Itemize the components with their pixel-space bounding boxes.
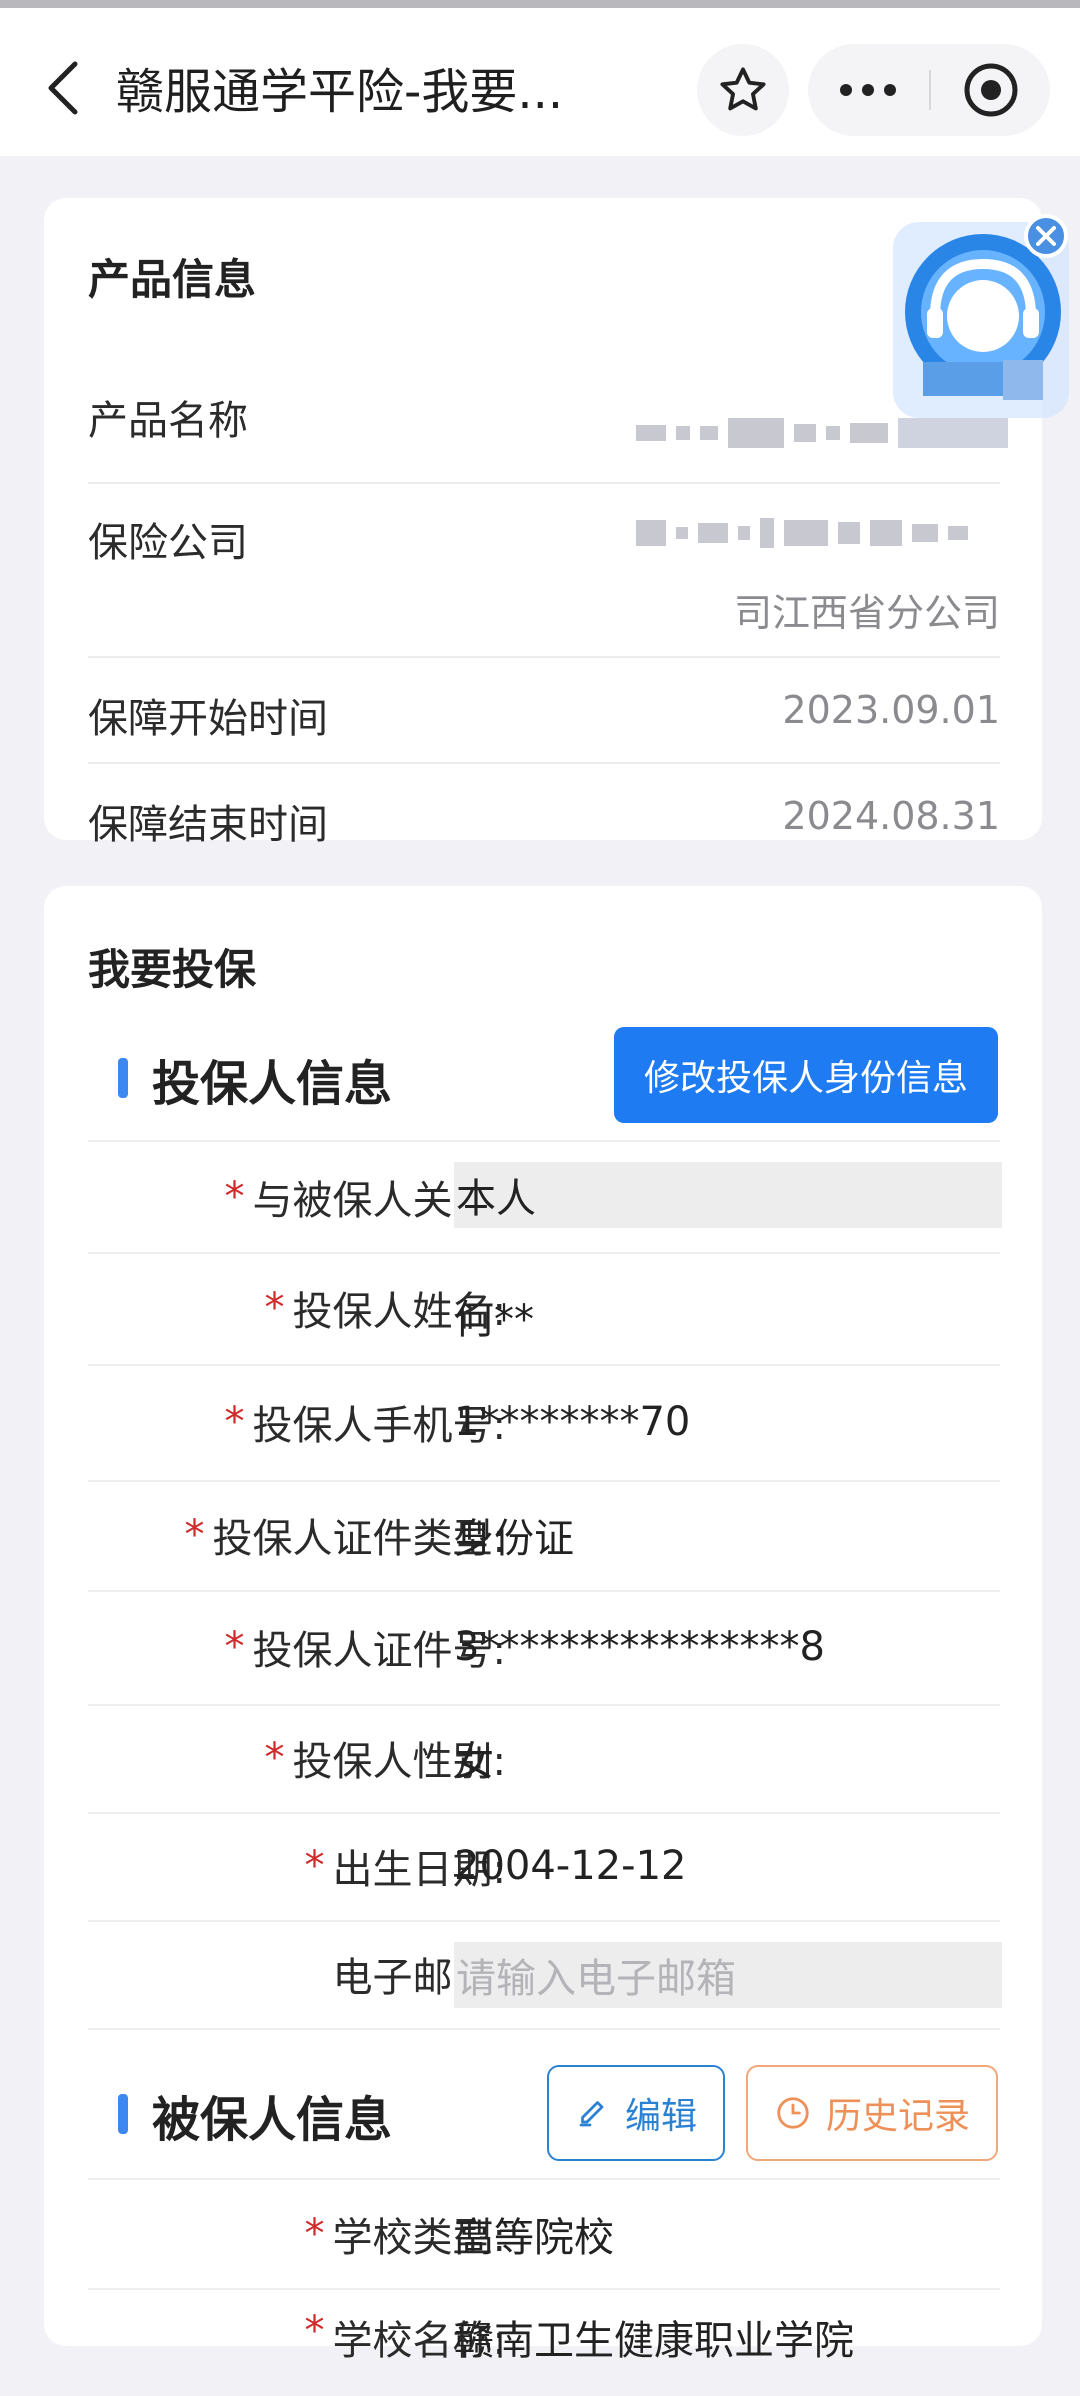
required-mark: * [224, 1624, 245, 1670]
required-mark: * [304, 2211, 325, 2257]
star-icon [720, 67, 766, 111]
insurer-label: 保险公司 [88, 520, 248, 566]
page-title: 赣服通学平险-我要... [116, 64, 564, 120]
coverage-end-label: 保障结束时间 [88, 802, 328, 848]
headset-agent-icon [893, 214, 1069, 418]
back-button[interactable] [32, 48, 92, 128]
birthdate-value: 2004-12-12 [454, 1843, 687, 1889]
email-row: 电子邮箱: 请输入电子邮箱 [88, 1920, 1002, 2030]
insurer-redacted [636, 518, 968, 548]
id-number-row: * 投保人证件号: 3****************8 [88, 1590, 1000, 1706]
gender-row: * 投保人性别: 女 [88, 1704, 1000, 1814]
applicant-header-bar [118, 1058, 128, 1098]
required-mark: * [304, 2308, 325, 2354]
insurer-value: 司江西省分公司 [733, 591, 1000, 635]
coverage-end-row: 保障结束时间 2024.08.31 [88, 762, 1000, 848]
product-name-label: 产品名称 [88, 398, 248, 444]
relation-field[interactable]: 本人 [454, 1162, 1002, 1228]
required-mark: * [264, 1285, 285, 1331]
insured-header-bar [118, 2094, 128, 2134]
mini-program-capsule [808, 44, 1050, 136]
history-button[interactable]: 历史记录 [746, 2065, 998, 2161]
product-section-title: 产品信息 [88, 255, 257, 304]
applicant-name-row: * 投保人姓名: 何** [88, 1252, 1000, 1366]
email-input[interactable]: 请输入电子邮箱 [454, 1942, 1002, 2008]
more-dots-icon [840, 84, 896, 96]
school-name-row: * 学校名称: 赣南卫生健康职业学院 [88, 2288, 1000, 2396]
navigation-bar: 赣服通学平险-我要... [0, 8, 1080, 156]
id-type-row: * 投保人证件类型: 身份证 [88, 1480, 1000, 1592]
product-name-row: 产品名称 [88, 348, 1008, 484]
top-status-strip [0, 0, 1080, 8]
insurer-row: 保险公司 司江西省分公司 [88, 482, 1000, 658]
insured-header: 被保人信息 [152, 2092, 393, 2148]
edit-insured-label: 编辑 [624, 2096, 697, 2137]
applicant-header: 投保人信息 [152, 1056, 393, 1112]
required-mark: * [224, 1399, 245, 1445]
clock-icon [777, 2097, 809, 2129]
school-type-row: * 学校类型: 高等院校 [88, 2180, 1000, 2290]
required-mark: * [304, 1843, 325, 1889]
history-label: 历史记录 [825, 2096, 970, 2137]
coverage-start-label: 保障开始时间 [88, 696, 328, 742]
required-mark: * [184, 1512, 205, 1558]
close-miniprogram-button[interactable] [931, 44, 1050, 136]
applicant-phone-value: 1********70 [454, 1399, 691, 1445]
gender-value: 女 [454, 1739, 494, 1785]
coverage-end-value: 2024.08.31 [782, 794, 1000, 838]
applicant-phone-row: * 投保人手机号: 1********70 [88, 1364, 1000, 1482]
id-number-value: 3****************8 [454, 1624, 825, 1670]
birthdate-row: * 出生日期: 2004-12-12 [88, 1812, 1000, 1922]
edit-applicant-identity-button[interactable]: 修改投保人身份信息 [614, 1027, 998, 1123]
applicant-name-value: 何** [454, 1297, 534, 1343]
pencil-icon [579, 2101, 604, 2127]
more-button[interactable] [808, 44, 928, 136]
required-mark: * [264, 1735, 285, 1781]
target-close-icon [964, 63, 1017, 117]
apply-section-title: 我要投保 [88, 945, 257, 994]
customer-service-float[interactable] [893, 212, 1069, 418]
favorite-button[interactable] [697, 44, 789, 136]
coverage-start-value: 2023.09.01 [782, 688, 1000, 732]
edit-insured-button[interactable]: 编辑 [547, 2065, 725, 2161]
relation-row: * 与被保人关系: 本人 [88, 1142, 1002, 1254]
required-mark: * [224, 1174, 245, 1220]
school-type-value: 高等院校 [454, 2215, 614, 2261]
coverage-start-row: 保障开始时间 2023.09.01 [88, 656, 1000, 764]
school-name-value: 赣南卫生健康职业学院 [454, 2318, 854, 2364]
back-chevron-icon [48, 61, 78, 115]
id-type-value: 身份证 [454, 1516, 574, 1562]
product-name-redacted [636, 418, 1008, 448]
